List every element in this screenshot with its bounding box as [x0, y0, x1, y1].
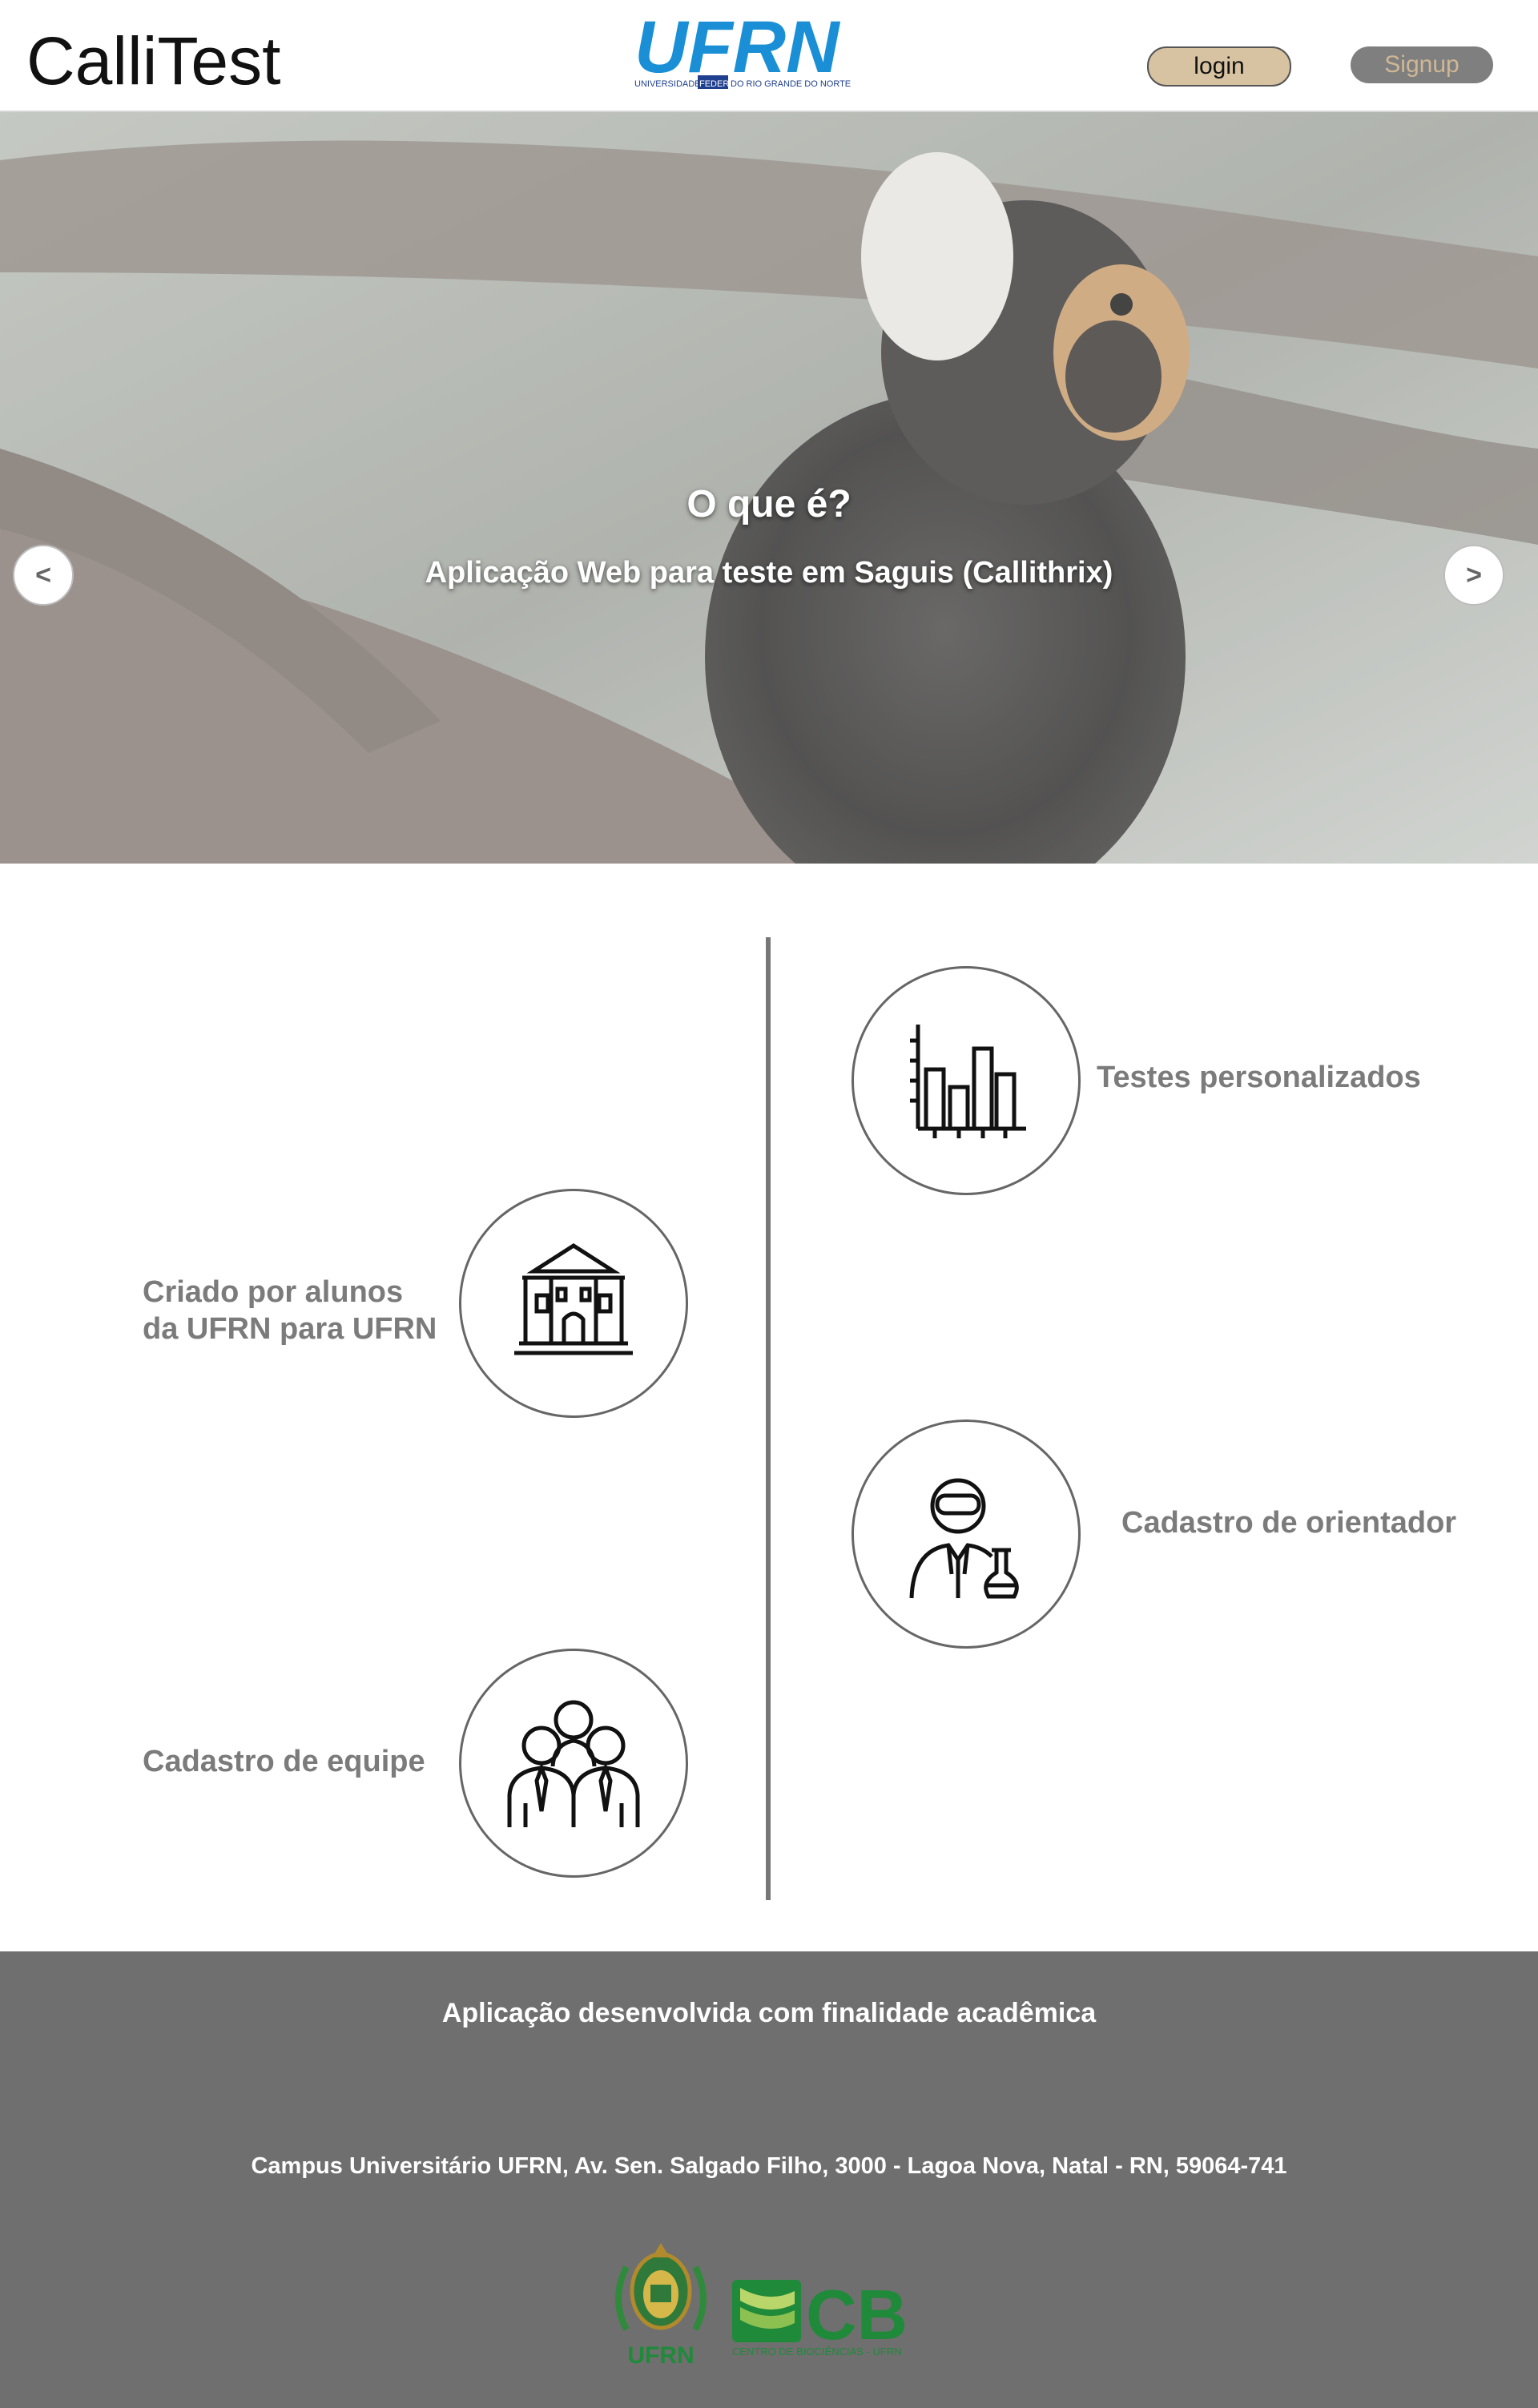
feature-team-register-circle — [459, 1649, 688, 1878]
team-icon — [507, 1700, 640, 1827]
hero-title: O que é? — [686, 483, 852, 525]
footer: Aplicação desenvolvida com finalidade ac… — [0, 1951, 1538, 2408]
university-building-icon — [514, 1243, 633, 1355]
feature-custom-tests-label: Testes personalizados — [1097, 1061, 1421, 1094]
seal-logo-text: UFRN — [627, 2342, 694, 2369]
carousel-prev-button[interactable]: < — [13, 545, 74, 606]
feature-team-register-label: Cadastro de equipe — [143, 1745, 425, 1778]
ufrn-logo-text: UFRN — [634, 14, 841, 88]
ufrn-logo-tagline-1: UNIVERSIDADE — [634, 79, 701, 89]
vertical-divider — [766, 937, 771, 1900]
login-button[interactable]: login — [1147, 46, 1291, 87]
app-title: CalliTest — [26, 23, 281, 99]
cb-logo-caption: CENTRO DE BIOCIÊNCIAS - UFRN — [732, 2346, 902, 2358]
chevron-left-icon: < — [35, 560, 51, 590]
bar-chart-icon — [910, 1025, 1026, 1138]
carousel-next-button[interactable]: > — [1443, 545, 1504, 606]
cb-logo-text: CB — [806, 2275, 908, 2354]
hero-subtitle: Aplicação Web para teste em Saguis (Call… — [425, 556, 1113, 590]
feature-created-by-students-line2: da UFRN para UFRN — [143, 1312, 437, 1346]
feature-custom-tests-circle — [852, 966, 1081, 1195]
footer-title: Aplicação desenvolvida com finalidade ac… — [441, 1998, 1097, 2028]
hero-carousel: O que é? Aplicação Web para teste em Sag… — [0, 112, 1538, 864]
scientist-icon — [909, 1478, 1019, 1599]
ufrn-seal-logo[interactable]: UFRN — [610, 2235, 711, 2371]
ufrn-logo-tagline-3: DO RIO GRANDE DO NORTE — [731, 79, 851, 89]
footer-address: Campus Universitário UFRN, Av. Sen. Salg… — [251, 2153, 1287, 2179]
cb-logo[interactable]: CB CENTRO DE BIOCIÊNCIAS - UFRN — [729, 2272, 929, 2360]
feature-created-by-students-line1: Criado por alunos — [143, 1275, 404, 1309]
chevron-right-icon: > — [1466, 560, 1482, 590]
ufrn-logo[interactable]: UFRN UNIVERSIDADE FEDERAL DO RIO GRANDE … — [633, 14, 893, 95]
signup-button[interactable]: Signup — [1351, 46, 1493, 83]
feature-created-by-students-circle — [459, 1189, 688, 1418]
feature-created-by-students-label: Criado por alunos da UFRN para UFRN — [143, 1274, 437, 1347]
feature-advisor-register-label: Cadastro de orientador — [1121, 1506, 1457, 1540]
feature-advisor-register-circle — [852, 1419, 1081, 1649]
header: CalliTest UFRN UNIVERSIDADE FEDERAL DO R… — [0, 0, 1538, 112]
